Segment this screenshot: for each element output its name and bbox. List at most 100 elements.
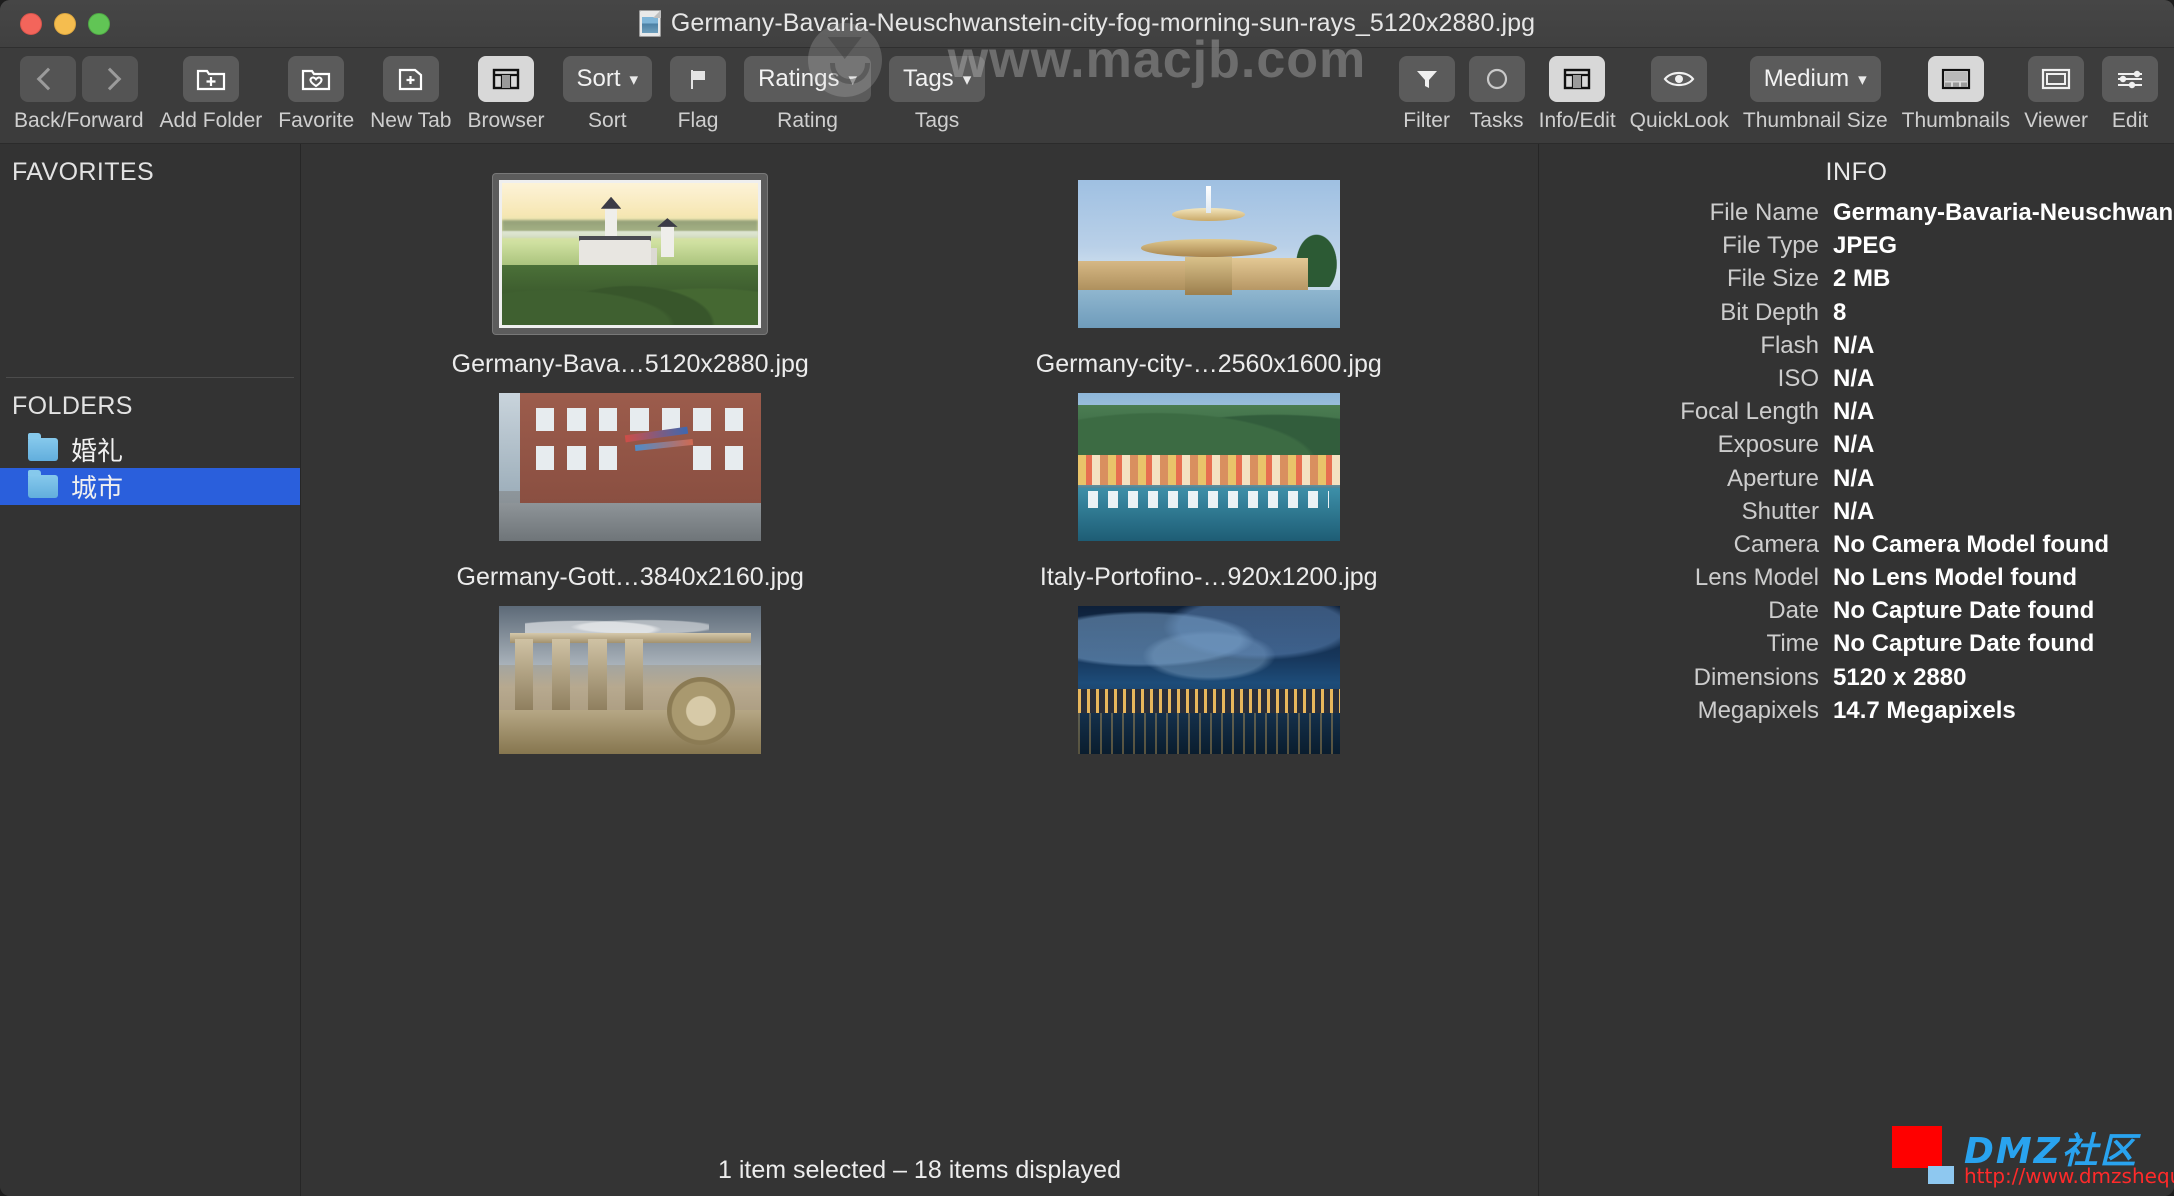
info-row: Megapixels 14.7 Megapixels (1539, 694, 2174, 727)
info-row: ISO N/A (1539, 362, 2174, 395)
toolbar-group-browser: Browser (467, 56, 545, 133)
info-row: Aperture N/A (1539, 462, 2174, 495)
sort-dropdown[interactable]: Sort ▾ (562, 56, 653, 102)
info-row: Time No Capture Date found (1539, 627, 2174, 660)
info-key: Dimensions (1693, 663, 1819, 691)
info-edit-button[interactable] (1549, 56, 1606, 102)
tags-dropdown[interactable]: Tags ▾ (888, 56, 986, 102)
toolbar-label-tags: Tags (914, 109, 960, 132)
thumbnail-item-1[interactable] (493, 174, 768, 334)
toolbar-group-rating: Ratings ▾ Rating (744, 56, 871, 133)
info-panel-title: INFO (1825, 158, 1888, 186)
info-key: File Type (1722, 232, 1819, 260)
minimize-button[interactable] (54, 12, 76, 35)
info-row: Lens Model No Lens Model found (1539, 561, 2174, 594)
toolbar-group-filter: Filter (1398, 56, 1455, 133)
eye-icon (1663, 71, 1695, 87)
info-value: 5120 x 2880 (1833, 664, 1967, 690)
tasks-button[interactable] (1468, 56, 1525, 102)
zoom-button[interactable] (88, 12, 110, 35)
thumbnail-cell: Germany-city-…2560x1600.jpg (920, 174, 1499, 379)
edit-button[interactable] (2102, 56, 2158, 102)
toolbar-label-tasks: Tasks (1469, 109, 1524, 132)
toolbar-label-filter: Filter (1403, 109, 1450, 132)
info-row: File Type JPEG (1539, 229, 2174, 262)
info-value: N/A (1833, 432, 1875, 458)
back-button[interactable] (19, 56, 76, 102)
info-key: ISO (1777, 364, 1819, 392)
toolbar-group-back-forward: Back/Forward (14, 56, 144, 133)
sidebar-favorites-title: FAVORITES (12, 158, 155, 186)
toolbar-label-info-edit: Info/Edit (1538, 109, 1616, 132)
info-key: Shutter (1741, 497, 1819, 525)
chevron-down-icon: ▾ (962, 69, 972, 89)
thumbnail-image-4 (1077, 393, 1340, 541)
sidebar-item-chengshi[interactable]: 城市 (0, 468, 300, 505)
toolbar-label-thumbnails: Thumbnails (1901, 109, 2011, 132)
flag-icon (691, 70, 706, 89)
image-document-icon (638, 10, 661, 37)
sidebar-item-label: 城市 (71, 473, 124, 503)
sidebar-folders-list: 婚礼 城市 (0, 431, 300, 505)
folder-icon (28, 433, 58, 461)
info-row: Bit Depth 8 (1539, 296, 2174, 329)
thumbnail-item-3[interactable] (493, 387, 767, 547)
columns-icon (492, 68, 520, 90)
info-key: Flash (1760, 331, 1819, 359)
thumbnail-caption: Italy-Portofino-…920x1200.jpg (1039, 563, 1378, 591)
viewer-button[interactable] (2028, 56, 2085, 102)
status-bar: 1 item selected – 18 items displayed (301, 1144, 1538, 1196)
sidebar-item-hunli[interactable]: 婚礼 (0, 431, 300, 468)
info-value: N/A (1833, 365, 1875, 392)
info-key: File Name (1709, 199, 1819, 226)
toolbar-label-back-forward: Back/Forward (14, 109, 144, 132)
favorite-button[interactable] (288, 56, 345, 102)
thumbnail-cell: Germany-Bava…5120x2880.jpg (341, 174, 920, 379)
info-key: Bit Depth (1720, 298, 1819, 326)
browser-button[interactable] (477, 56, 534, 102)
filter-button[interactable] (1398, 56, 1455, 102)
add-folder-button[interactable] (182, 56, 239, 102)
sliders-icon (2118, 70, 2142, 89)
toolbar-group-new-tab: New Tab (370, 56, 451, 133)
thumbnail-browser[interactable]: Germany-Bava…5120x2880.jpg Germany-city-… (301, 144, 1539, 1196)
tab-plus-icon (398, 68, 422, 91)
toolbar-label-new-tab: New Tab (370, 109, 452, 132)
toolbar-label-quicklook: QuickLook (1629, 109, 1729, 132)
funnel-icon (1416, 71, 1437, 88)
flag-button[interactable] (670, 56, 727, 102)
info-value: N/A (1833, 498, 1875, 524)
toolbar-group-tags: Tags ▾ Tags (888, 56, 986, 133)
close-button[interactable] (20, 12, 42, 35)
toolbar-group-quicklook: QuickLook (1630, 56, 1729, 133)
forward-button[interactable] (81, 56, 138, 102)
info-value: No Capture Date found (1833, 631, 2095, 657)
quicklook-button[interactable] (1651, 56, 1708, 102)
toolbar-label-viewer: Viewer (2024, 109, 2088, 132)
toolbar-group-edit: Edit (2102, 56, 2158, 133)
info-value: 2 MB (1833, 266, 1891, 292)
toolbar-label-edit: Edit (2111, 109, 2149, 132)
ratings-dropdown[interactable]: Ratings ▾ (744, 56, 871, 102)
info-key: File Size (1726, 265, 1819, 293)
thumbnail-item-4[interactable] (1072, 387, 1346, 547)
new-tab-button[interactable] (382, 56, 439, 102)
thumbnail-item-2[interactable] (1072, 174, 1346, 334)
toolbar-group-tasks: Tasks (1468, 56, 1525, 133)
thumbnail-caption: Germany-city-…2560x1600.jpg (1035, 350, 1382, 378)
toolbar-group-info-edit: Info/Edit (1539, 56, 1616, 133)
thumbnail-cell: Germany-Gott…3840x2160.jpg (341, 387, 920, 592)
status-text: 1 item selected – 18 items displayed (718, 1155, 1121, 1184)
thumbnails-button[interactable] (1927, 56, 1984, 102)
info-row: Focal Length N/A (1539, 395, 2174, 428)
info-row: File Size 2 MB (1539, 262, 2174, 295)
info-value: JPEG (1833, 233, 1898, 259)
toolbar-group-flag: Flag (670, 56, 727, 133)
thumbnail-item-6[interactable] (1072, 600, 1346, 760)
toolbar-label-favorite: Favorite (278, 109, 355, 132)
thumbnail-item-5[interactable] (493, 600, 767, 760)
thumbnail-size-dropdown[interactable]: Medium ▾ (1749, 56, 1881, 102)
chevron-right-icon (98, 67, 122, 91)
sidebar-favorites-list[interactable] (0, 187, 300, 377)
info-row: Date No Capture Date found (1539, 594, 2174, 627)
